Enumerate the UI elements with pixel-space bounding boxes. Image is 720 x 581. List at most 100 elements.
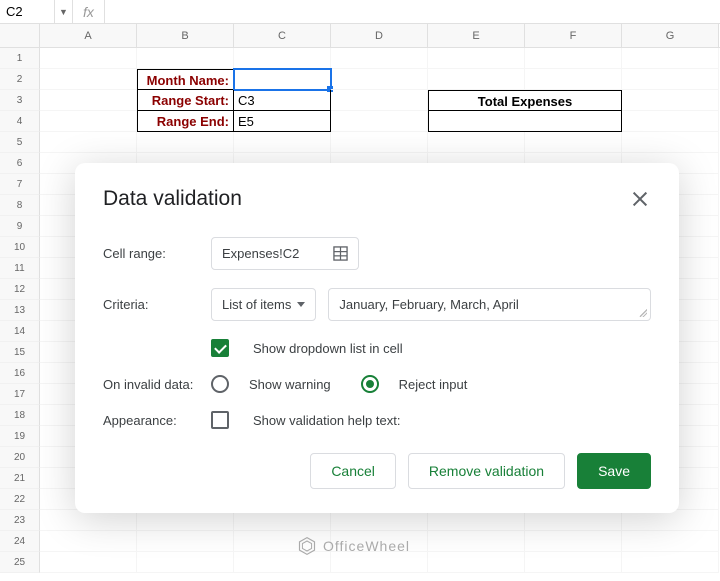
row-header[interactable]: 13 xyxy=(0,300,40,321)
cell[interactable]: Month Name: xyxy=(137,69,234,90)
criteria-items-input[interactable]: January, February, March, April xyxy=(328,288,651,321)
cell[interactable]: Range End: xyxy=(137,111,234,132)
help-text-checkbox[interactable] xyxy=(211,411,229,429)
cell[interactable] xyxy=(40,132,137,153)
cell[interactable] xyxy=(622,90,719,111)
row-header[interactable]: 6 xyxy=(0,153,40,174)
row-header[interactable]: 25 xyxy=(0,552,40,573)
cell[interactable] xyxy=(331,69,428,90)
cell[interactable] xyxy=(428,510,525,531)
row-header[interactable]: 8 xyxy=(0,195,40,216)
remove-validation-button[interactable]: Remove validation xyxy=(408,453,565,489)
cell[interactable] xyxy=(428,552,525,573)
col-header[interactable]: F xyxy=(525,24,622,47)
criteria-type-dropdown[interactable]: List of items xyxy=(211,288,316,321)
cell[interactable] xyxy=(622,531,719,552)
cell[interactable] xyxy=(40,90,137,111)
cell[interactable] xyxy=(234,69,331,90)
row-header[interactable]: 18 xyxy=(0,405,40,426)
row-header[interactable]: 14 xyxy=(0,321,40,342)
cell[interactable] xyxy=(428,69,525,90)
cell[interactable] xyxy=(525,510,622,531)
col-header[interactable]: E xyxy=(428,24,525,47)
name-box[interactable]: C2 xyxy=(0,0,55,23)
cell[interactable] xyxy=(40,69,137,90)
cell[interactable] xyxy=(40,552,137,573)
formula-bar[interactable] xyxy=(105,10,720,14)
row-header[interactable]: 12 xyxy=(0,279,40,300)
col-header[interactable]: D xyxy=(331,24,428,47)
cell[interactable] xyxy=(428,132,525,153)
row-header[interactable]: 9 xyxy=(0,216,40,237)
reject-input-radio[interactable] xyxy=(361,375,379,393)
criteria-label: Criteria: xyxy=(103,297,211,312)
cell[interactable] xyxy=(428,111,622,132)
row-header[interactable]: 21 xyxy=(0,468,40,489)
cell[interactable] xyxy=(331,132,428,153)
cell[interactable] xyxy=(428,48,525,69)
row-header[interactable]: 1 xyxy=(0,48,40,69)
cell[interactable] xyxy=(525,132,622,153)
row-header[interactable]: 15 xyxy=(0,342,40,363)
cell[interactable] xyxy=(622,69,719,90)
row-header[interactable]: 17 xyxy=(0,384,40,405)
row-header[interactable]: 3 xyxy=(0,90,40,111)
show-dropdown-checkbox[interactable] xyxy=(211,339,229,357)
cell-range-label: Cell range: xyxy=(103,246,211,261)
cell-range-input[interactable]: Expenses!C2 xyxy=(211,237,359,270)
cell[interactable]: E5 xyxy=(234,111,331,132)
cell[interactable] xyxy=(622,111,719,132)
cell[interactable] xyxy=(622,510,719,531)
cell[interactable] xyxy=(234,510,331,531)
cell[interactable] xyxy=(40,48,137,69)
row-header[interactable]: 22 xyxy=(0,489,40,510)
row-header[interactable]: 10 xyxy=(0,237,40,258)
cell[interactable] xyxy=(40,111,137,132)
cell[interactable]: Total Expenses xyxy=(428,90,622,111)
row-header[interactable]: 5 xyxy=(0,132,40,153)
col-header[interactable]: G xyxy=(622,24,719,47)
cell[interactable] xyxy=(137,531,234,552)
row-header[interactable]: 20 xyxy=(0,447,40,468)
row-header[interactable]: 11 xyxy=(0,258,40,279)
cell[interactable] xyxy=(622,48,719,69)
cell[interactable] xyxy=(234,132,331,153)
row-header[interactable]: 16 xyxy=(0,363,40,384)
show-warning-radio[interactable] xyxy=(211,375,229,393)
cell[interactable] xyxy=(137,510,234,531)
cell[interactable]: C3 xyxy=(234,90,331,111)
cell[interactable] xyxy=(428,531,525,552)
select-range-icon[interactable] xyxy=(333,246,348,261)
cell[interactable] xyxy=(331,90,428,111)
cancel-button[interactable]: Cancel xyxy=(310,453,396,489)
row-header[interactable]: 24 xyxy=(0,531,40,552)
row-header[interactable]: 4 xyxy=(0,111,40,132)
row-header[interactable]: 7 xyxy=(0,174,40,195)
cell[interactable] xyxy=(331,48,428,69)
close-icon[interactable] xyxy=(629,188,651,210)
cell[interactable] xyxy=(331,111,428,132)
cell[interactable]: Range Start: xyxy=(137,90,234,111)
cell[interactable] xyxy=(525,48,622,69)
col-header[interactable]: A xyxy=(40,24,137,47)
cell[interactable] xyxy=(525,531,622,552)
cell[interactable] xyxy=(137,48,234,69)
cell[interactable] xyxy=(234,48,331,69)
cell[interactable] xyxy=(40,510,137,531)
row-header[interactable]: 2 xyxy=(0,69,40,90)
cell[interactable] xyxy=(137,552,234,573)
row-header[interactable]: 23 xyxy=(0,510,40,531)
row-header[interactable]: 19 xyxy=(0,426,40,447)
select-all-corner[interactable] xyxy=(0,24,40,47)
col-header[interactable]: B xyxy=(137,24,234,47)
save-button[interactable]: Save xyxy=(577,453,651,489)
cell[interactable] xyxy=(525,69,622,90)
cell[interactable] xyxy=(137,132,234,153)
cell[interactable] xyxy=(525,552,622,573)
cell[interactable] xyxy=(622,132,719,153)
cell[interactable] xyxy=(40,531,137,552)
cell[interactable] xyxy=(622,552,719,573)
name-box-dropdown-icon[interactable]: ▼ xyxy=(55,0,73,23)
col-header[interactable]: C xyxy=(234,24,331,47)
cell[interactable] xyxy=(331,510,428,531)
